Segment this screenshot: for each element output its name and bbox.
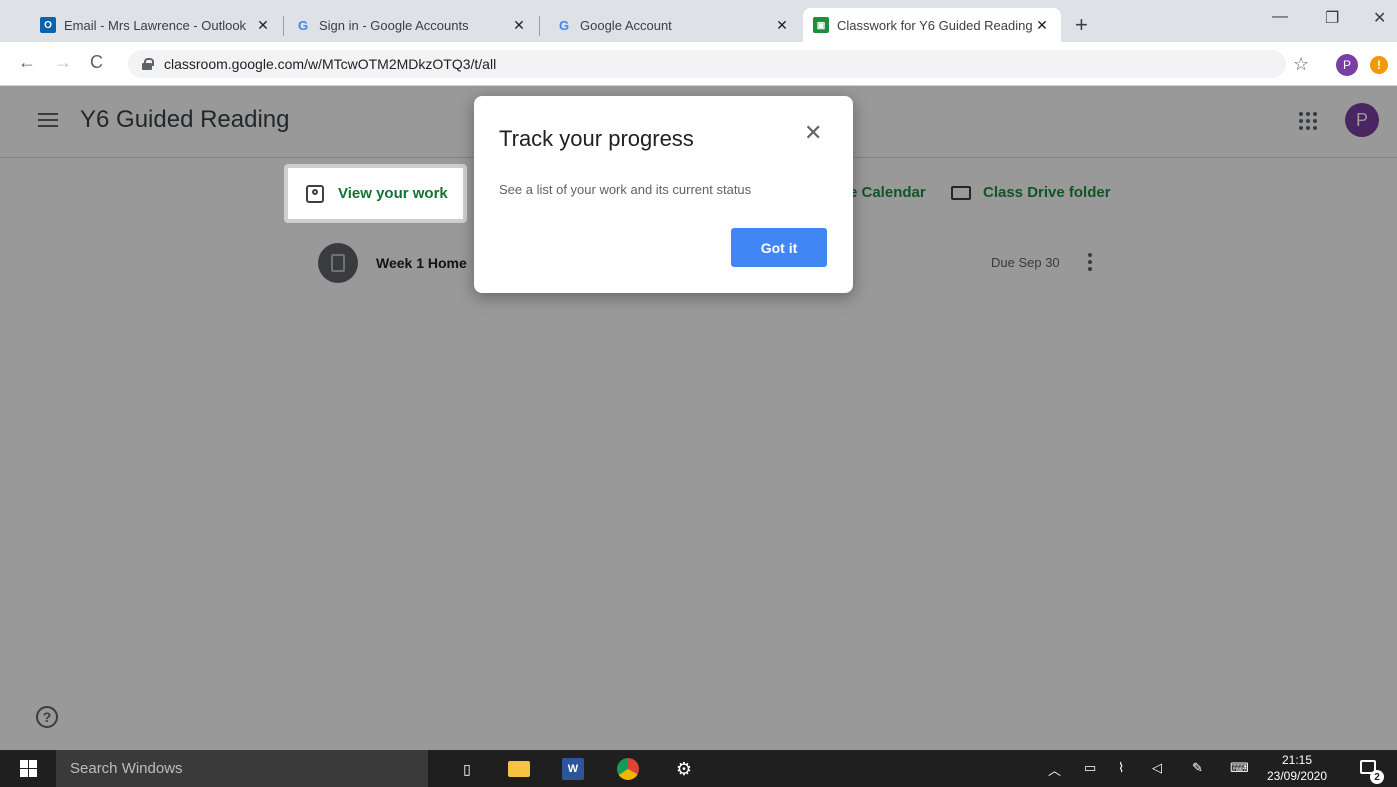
settings-gear-icon[interactable]: ⚙ — [673, 758, 695, 780]
person-badge-icon — [306, 184, 324, 203]
clock-time: 21:15 — [1281, 753, 1313, 767]
windows-taskbar: Search Windows ▯ W ⚙ ︿ ▭ ⌇ ◁ ✎ ⌨ 21:15 2… — [0, 750, 1397, 787]
notification-badge: 2 — [1370, 770, 1384, 784]
word-icon[interactable]: W — [562, 758, 584, 780]
close-icon[interactable]: ✕ — [773, 17, 791, 34]
tab-label: Email - Mrs Lawrence - Outlook — [64, 17, 247, 33]
pen-icon[interactable]: ✎ — [1192, 760, 1203, 776]
outlook-icon: O — [40, 17, 56, 33]
close-icon[interactable]: ✕ — [804, 122, 822, 144]
tab-google-signin[interactable]: G Sign in - Google Accounts ✕ — [285, 8, 538, 42]
tab-label: Classwork for Y6 Guided Reading — [837, 17, 1033, 33]
windows-start-icon[interactable] — [20, 760, 37, 777]
tab-classwork[interactable]: ▣ Classwork for Y6 Guided Reading ✕ — [803, 8, 1061, 42]
restore-button[interactable]: ❐ — [1325, 8, 1339, 28]
browser-toolbar: ← → C classroom.google.com/w/MTcwOTM2MDk… — [0, 42, 1397, 86]
google-icon: G — [297, 17, 309, 33]
back-arrow-icon[interactable]: ← — [18, 52, 36, 73]
view-your-work-label: View your work — [338, 185, 448, 202]
taskbar-clock[interactable]: 21:15 23/09/2020 — [1262, 752, 1332, 784]
windows-search-input[interactable]: Search Windows — [56, 750, 428, 787]
clock-date: 23/09/2020 — [1266, 769, 1328, 783]
tab-separator — [283, 16, 284, 36]
update-alert-icon[interactable]: ! — [1370, 56, 1388, 74]
volume-icon[interactable]: ◁ — [1152, 760, 1162, 776]
battery-icon[interactable]: ▭ — [1084, 760, 1096, 776]
view-your-work-button[interactable]: View your work — [284, 164, 467, 223]
minimize-button[interactable]: — — [1272, 8, 1288, 26]
close-icon[interactable]: ✕ — [254, 17, 272, 34]
lock-icon — [142, 58, 154, 70]
task-view-icon[interactable]: ▯ — [456, 758, 478, 780]
chrome-icon[interactable] — [617, 758, 639, 780]
google-icon: G — [558, 17, 570, 33]
classroom-icon: ▣ — [813, 17, 829, 33]
bookmark-star-icon[interactable]: ☆ — [1293, 54, 1309, 75]
reload-icon[interactable]: C — [90, 52, 103, 73]
tab-label: Google Account — [580, 17, 672, 33]
dialog-title: Track your progress — [499, 126, 694, 151]
keyboard-icon[interactable]: ⌨ — [1230, 760, 1249, 776]
forward-arrow-icon[interactable]: → — [54, 52, 72, 73]
track-progress-dialog: Track your progress ✕ See a list of your… — [474, 96, 853, 293]
tab-label: Sign in - Google Accounts — [319, 17, 469, 33]
tab-separator — [539, 16, 540, 36]
got-it-button[interactable]: Got it — [731, 228, 827, 267]
profile-avatar[interactable]: P — [1336, 54, 1358, 76]
tab-outlook[interactable]: O Email - Mrs Lawrence - Outlook ✕ — [30, 8, 282, 42]
address-bar[interactable]: classroom.google.com/w/MTcwOTM2MDkzOTQ3/… — [128, 50, 1286, 78]
window-close-button[interactable]: ✕ — [1373, 8, 1386, 28]
tab-google-account[interactable]: G Google Account ✕ — [546, 8, 801, 42]
close-icon[interactable]: ✕ — [510, 17, 528, 34]
browser-tab-strip: O Email - Mrs Lawrence - Outlook ✕ G Sig… — [0, 0, 1397, 42]
new-tab-button[interactable]: + — [1075, 14, 1088, 36]
chevron-up-icon[interactable]: ︿ — [1048, 760, 1061, 779]
close-icon[interactable]: ✕ — [1033, 17, 1051, 34]
wifi-icon[interactable]: ⌇ — [1118, 760, 1124, 776]
file-explorer-icon[interactable] — [508, 761, 530, 777]
url-text[interactable]: classroom.google.com/w/MTcwOTM2MDkzOTQ3/… — [164, 56, 496, 72]
dialog-text: See a list of your work and its current … — [499, 182, 752, 197]
